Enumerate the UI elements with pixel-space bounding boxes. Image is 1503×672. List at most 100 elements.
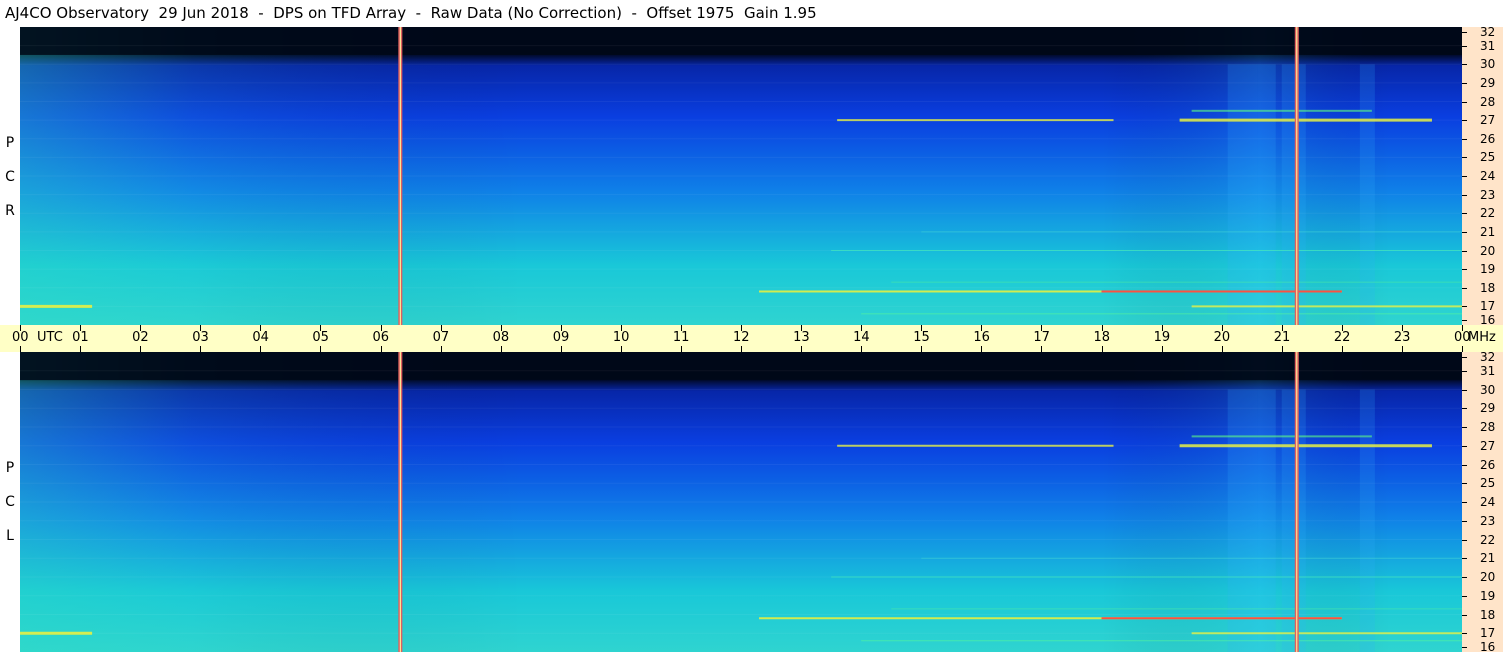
- time-marker-core: [399, 352, 401, 652]
- ionosphere-cutoff-band: [20, 27, 1462, 55]
- spectrogram-heatmap: [20, 352, 1462, 652]
- time-tick: [1462, 325, 1463, 331]
- rcp-spectrogram: [20, 27, 1462, 325]
- lcp-frequency-axis: 32 31 30 29 28 27 26 25 24 23 22 21 20 19 18 17 16: [1462, 351, 1503, 653]
- time-tick-label: 15: [913, 330, 930, 345]
- freq-tick-label: 25: [1480, 476, 1496, 491]
- freq-tick-label: 31: [1480, 363, 1496, 378]
- time-tick-label: 02: [132, 330, 149, 345]
- freq-tick: [1462, 82, 1467, 84]
- freq-tick: [1462, 614, 1467, 616]
- time-tick: [1341, 325, 1343, 331]
- time-tick-label: 00: [12, 330, 29, 345]
- time-tick-label: 20: [1213, 330, 1231, 345]
- freq-tick: [1462, 370, 1467, 372]
- freq-tick-label: 27: [1480, 438, 1496, 453]
- time-marker-core: [399, 27, 401, 325]
- time-tick-label: 11: [672, 330, 690, 345]
- time-tick-label: 06: [372, 330, 390, 345]
- freq-tick: [1462, 647, 1467, 648]
- freq-tick: [1462, 539, 1467, 541]
- freq-tick: [1462, 483, 1467, 485]
- freq-tick: [1462, 306, 1467, 308]
- time-tick: [1101, 346, 1103, 352]
- time-tick: [741, 346, 742, 352]
- time-tick: [380, 346, 382, 352]
- time-tick: [200, 325, 202, 331]
- freq-tick: [1462, 464, 1467, 466]
- freq-tick: [1462, 157, 1467, 159]
- time-tick: [320, 325, 322, 331]
- freq-tick-label: 23: [1480, 513, 1496, 528]
- time-tick-label: 17: [1033, 330, 1050, 345]
- time-axis: 00 UTC 01 02 03 04 05 06 07 08 09 10 11 12 13 14 15 16 17 1…: [0, 325, 1503, 352]
- time-tick-label: 16: [973, 330, 990, 345]
- freq-tick: [1462, 101, 1467, 103]
- time-tick: [380, 325, 382, 331]
- time-tick-label: UTC: [37, 330, 63, 345]
- freq-tick: [1462, 633, 1467, 635]
- freq-tick: [1462, 445, 1467, 447]
- freq-tick: [1462, 357, 1467, 358]
- time-tick: [801, 346, 803, 352]
- freq-tick: [1462, 502, 1467, 503]
- time-tick: [741, 325, 742, 331]
- freq-tick-label: 19: [1480, 588, 1496, 603]
- time-tick: [260, 325, 262, 331]
- time-tick: [1221, 325, 1223, 331]
- time-tick-label: 18: [1093, 330, 1111, 345]
- time-tick: [620, 346, 622, 352]
- time-tick: [200, 346, 202, 352]
- time-tick-label: 09: [552, 330, 570, 345]
- freq-tick: [1462, 320, 1467, 321]
- time-tick: [440, 346, 442, 352]
- time-tick: [1281, 346, 1283, 352]
- time-tick: [1401, 346, 1403, 352]
- freq-tick-label: 24: [1480, 169, 1496, 183]
- freq-tick-label: 26: [1480, 131, 1496, 146]
- time-tick: [320, 346, 322, 352]
- time-tick: [1281, 325, 1283, 331]
- ionosphere-cutoff-band: [20, 352, 1462, 381]
- freq-tick: [1462, 389, 1467, 391]
- freq-tick-label: 32: [1480, 25, 1496, 39]
- freq-tick-label: 29: [1480, 401, 1496, 416]
- freq-tick: [1462, 120, 1467, 122]
- time-marker-core: [1296, 352, 1298, 652]
- freq-tick: [1462, 577, 1467, 578]
- interference-line: [1191, 435, 1372, 438]
- time-tick: [861, 346, 863, 352]
- freq-tick-label: 17: [1480, 299, 1496, 314]
- freq-tick: [1462, 558, 1467, 560]
- interference-line: [1191, 109, 1372, 112]
- time-tick: [921, 346, 923, 352]
- time-tick: [500, 325, 502, 331]
- freq-tick: [1462, 408, 1467, 410]
- freq-tick: [1462, 213, 1467, 215]
- freq-tick: [1462, 520, 1467, 522]
- time-tick-label: 12: [733, 330, 750, 345]
- freq-tick-label: 30: [1480, 382, 1496, 397]
- time-tick: [1401, 325, 1403, 331]
- freq-tick-label: 24: [1480, 495, 1496, 509]
- time-tick-label: 23: [1393, 330, 1411, 345]
- freq-tick-label: 21: [1480, 224, 1496, 239]
- freq-tick-label: 27: [1480, 113, 1496, 128]
- time-tick: [20, 325, 21, 331]
- lcp-letter-2: C: [5, 494, 15, 510]
- freq-tick: [1462, 250, 1467, 252]
- interference-line: [861, 640, 1462, 642]
- time-tick: [861, 325, 863, 331]
- time-tick-label: 03: [192, 330, 209, 345]
- time-tick-label: 10: [612, 330, 630, 345]
- time-tick: [1221, 346, 1223, 352]
- freq-tick-label: 18: [1480, 280, 1496, 295]
- freq-tick-label: 17: [1480, 626, 1496, 641]
- rcp-frequency-axis: 32 31 30 29 28 27 26 25 24 23 22 21 20 19 18 17 16: [1462, 25, 1503, 326]
- page-title: AJ4CO Observatory 29 Jun 2018 - DPS on T…: [5, 4, 817, 22]
- freq-tick-label: 18: [1480, 607, 1496, 622]
- freq-tick: [1462, 427, 1467, 428]
- rcp-letter-1: P: [5, 135, 15, 151]
- interference-line: [1101, 290, 1342, 293]
- time-tick-label: 01: [72, 330, 89, 345]
